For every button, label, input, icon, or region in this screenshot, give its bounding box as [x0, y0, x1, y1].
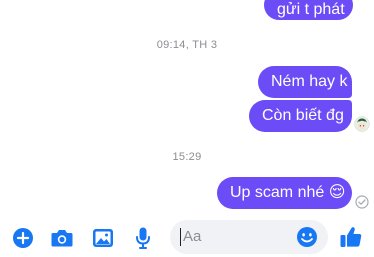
message-input[interactable]: Aa: [170, 220, 328, 254]
message-text: Up scam nhé 😌: [230, 184, 346, 201]
message-text: Ném hay k: [271, 73, 348, 90]
microphone-icon[interactable]: [135, 226, 151, 250]
message-text: Còn biết đg: [262, 107, 344, 124]
timestamp: 09:14, TH 3: [156, 39, 218, 51]
message-bubble[interactable]: gửi t phát: [264, 0, 353, 20]
thumbs-up-icon[interactable]: [339, 225, 363, 249]
smile-icon[interactable]: [296, 226, 318, 248]
message-bubble[interactable]: Up scam nhé 😌: [217, 177, 352, 209]
message-text: gửi t phát: [277, 1, 345, 18]
message-bubble[interactable]: Còn biết đg: [249, 100, 352, 132]
message-input-placeholder: Aa: [183, 228, 202, 245]
message-bubble[interactable]: Ném hay k: [258, 66, 352, 98]
check-circle-icon: [355, 195, 369, 209]
text-caret: [180, 228, 181, 246]
timestamp: 15:29: [172, 151, 202, 163]
avatar-seen-icon: [354, 116, 370, 132]
plus-circle-icon[interactable]: [12, 227, 34, 249]
camera-icon[interactable]: [50, 227, 74, 249]
image-icon[interactable]: [92, 228, 114, 248]
